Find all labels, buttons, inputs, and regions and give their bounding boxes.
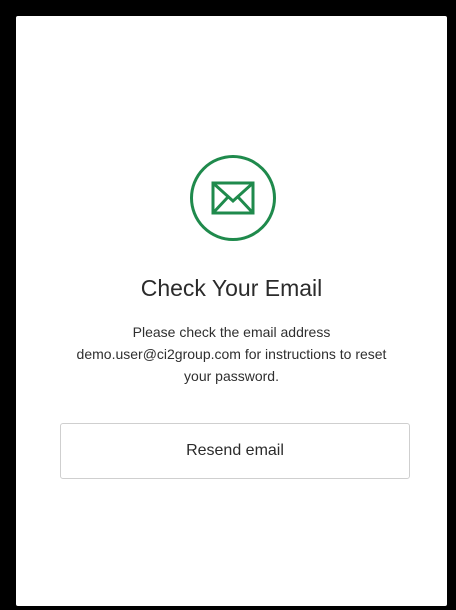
resend-email-button[interactable]: Resend email	[60, 423, 410, 479]
message-line-3: your password.	[184, 368, 279, 384]
envelope-icon	[190, 155, 276, 241]
check-email-card: Check Your Email Please check the email …	[16, 16, 447, 606]
envelope-glyph-icon	[211, 181, 255, 215]
page-title: Check Your Email	[140, 275, 323, 301]
message-line-1: Please check the email address	[132, 324, 331, 340]
message-line-2: demo.user@ci2group.com for instructions …	[76, 346, 387, 362]
instructions-message: Please check the email address demo.user…	[46, 321, 417, 387]
